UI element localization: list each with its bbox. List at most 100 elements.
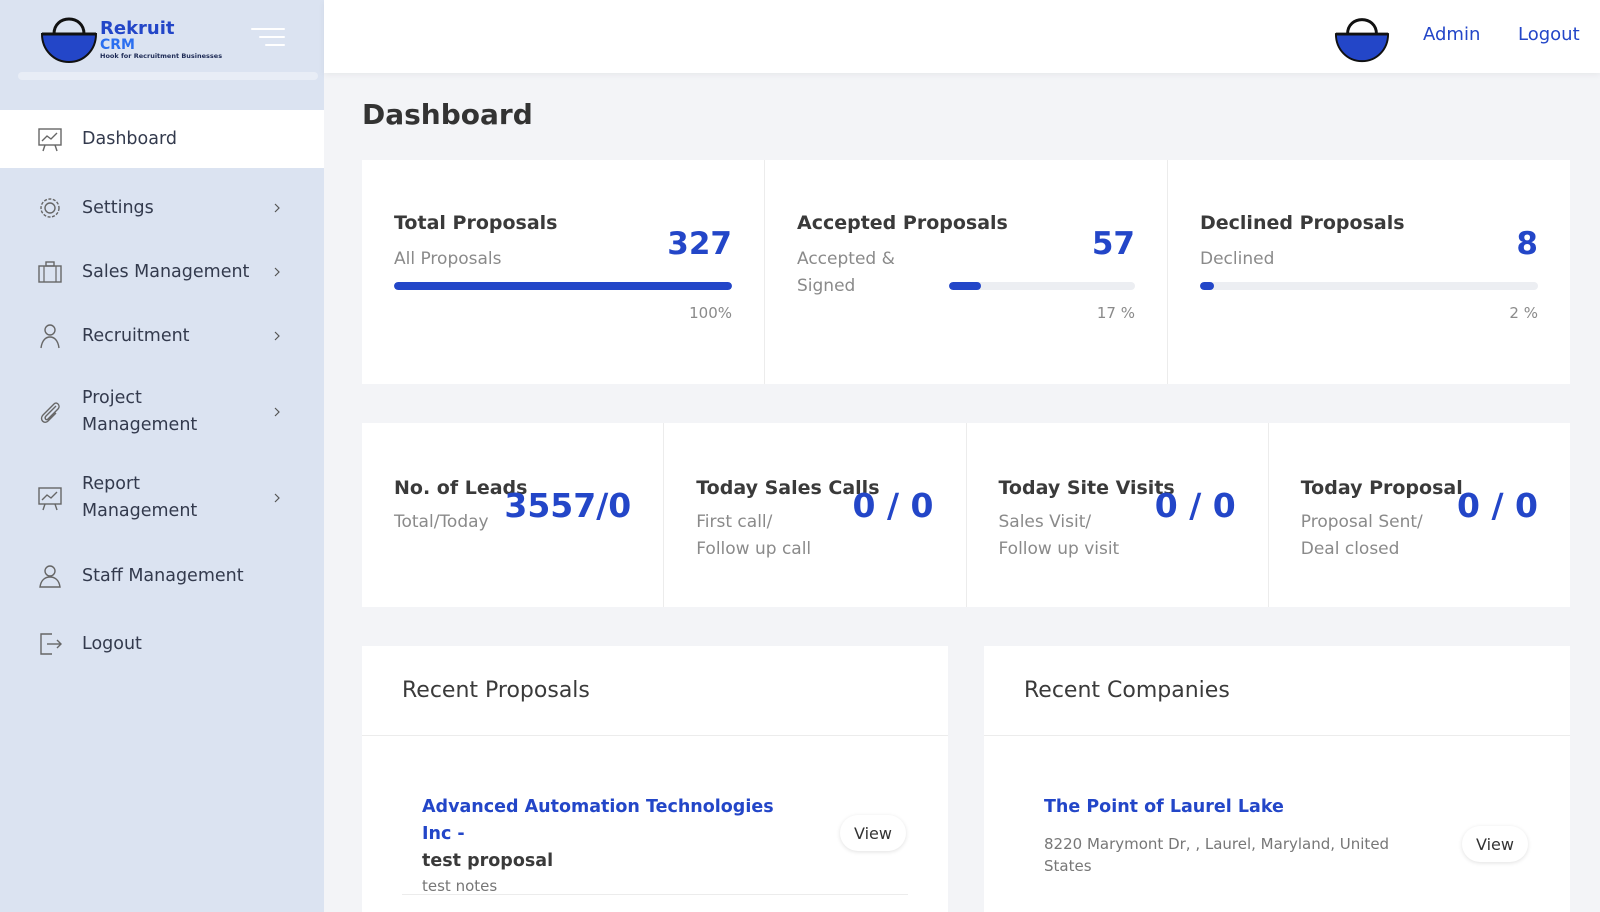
briefcase-icon [38,261,62,283]
stat-percent: 17 % [1096,304,1135,322]
chevron-right-icon [274,331,280,341]
chevron-right-icon [274,493,280,503]
stat-title: Today Site Visits [998,477,1175,499]
proposal-company[interactable]: Advanced Automation Technologies Inc - [422,797,774,844]
stat-subtitle-line1: Proposal Sent/ [1300,512,1423,532]
sidebar-item-label: Project Management [82,388,198,435]
sidebar: Rekruit CRM Hook for Recruitment Busines… [0,0,324,912]
sidebar-item-label: Sales Management [82,261,250,282]
stat-percent: 2 % [1509,304,1538,322]
sidebar-item-report-management[interactable]: Report Management [0,456,300,540]
stat-subtitle: Total/Today [394,509,489,536]
chevron-right-icon [274,203,280,213]
stat-value: 0 / 0 [852,486,934,525]
recent-proposals-panel: Recent Proposals Advanced Automation Tec… [362,646,948,912]
stat-subtitle-line1: Total/Today [394,512,489,532]
sidebar-item-label: Report Management [82,474,198,521]
panel-heading: Recent Proposals [362,646,948,736]
recent-companies-panel: Recent Companies The Point of Laurel Lak… [984,646,1570,912]
brand-name-line1: Rekruit [100,18,175,39]
stat-value: 327 [667,226,732,262]
sidebar-item-sales-management[interactable]: Sales Management [0,242,324,302]
list-item: Advanced Automation Technologies Inc - t… [422,794,802,897]
chart-board-icon [38,128,62,152]
stat-title: Total Proposals [394,212,558,234]
chart-board-icon [38,487,62,511]
stat-title: Accepted Proposals [797,212,1008,234]
stat-title: Today Proposal [1300,477,1463,499]
view-company-button[interactable]: View [1462,826,1528,862]
company-address: 8220 Marymont Dr, , Laurel, Maryland, Un… [1044,835,1390,875]
sidebar-item-label: Recruitment [82,325,190,346]
stat-subtitle: Sales Visit/ Follow up visit [999,509,1120,563]
brand-tagline: Hook for Recruitment Businesses [100,52,223,60]
stat-subtitle-line1: First call/ [696,512,773,532]
gear-icon [40,198,60,218]
stat-subtitle-line2: Deal closed [1300,539,1400,559]
stat-subtitle: Proposal Sent/ Deal closed [1301,509,1423,563]
sidebar-item-recruitment[interactable]: Recruitment [0,306,324,366]
progress-bar [1200,282,1538,290]
stat-subtitle-line2: Follow up visit [998,539,1120,559]
stat-value: 0 / 0 [1457,486,1538,525]
sidebar-item-label: Staff Management [82,565,244,586]
panel-heading: Recent Companies [984,646,1570,736]
view-proposal-button[interactable]: View [840,815,906,851]
chevron-right-icon [274,407,280,417]
stat-subtitle: First call/ Follow up call [696,509,811,563]
sidebar-item-label: Logout [82,633,142,654]
chevron-right-icon [274,267,280,277]
bucket-logo-icon [40,17,98,64]
sidebar-item-project-management[interactable]: Project Management [0,370,300,454]
stat-subtitle: Declined [1200,249,1275,269]
progress-fill [949,282,981,290]
proposal-stats-card: Total Proposals All Proposals 327 100% A… [362,160,1570,384]
stat-total-proposals: Total Proposals All Proposals 327 100% [362,160,765,384]
stat-value: 8 [1516,226,1538,262]
page-title: Dashboard [362,98,533,131]
menu-toggle-icon[interactable] [251,28,285,48]
sidebar-item-settings[interactable]: Settings [0,178,324,238]
logout-icon [40,633,62,655]
stat-today-proposal: Today Proposal Proposal Sent/ Deal close… [1269,423,1570,607]
user-icon [40,324,60,349]
admin-link[interactable]: Admin [1423,24,1480,45]
proposal-name[interactable]: test proposal [422,851,553,871]
stat-today-site-visits: Today Site Visits Sales Visit/ Follow up… [967,423,1269,607]
sidebar-item-dashboard[interactable]: Dashboard [0,110,324,168]
company-name[interactable]: The Point of Laurel Lake [1044,794,1404,821]
logout-link[interactable]: Logout [1518,24,1580,45]
sidebar-nav: Dashboard Settings Sales Management Recr… [0,110,324,674]
avatar[interactable] [1334,10,1390,64]
stat-subtitle: All Proposals [394,249,502,269]
users-icon [39,565,61,588]
brand: Rekruit CRM Hook for Recruitment Busines… [0,0,324,80]
stat-percent: 100% [689,304,732,322]
progress-bar [394,282,732,290]
sidebar-item-logout[interactable]: Logout [0,614,324,674]
lead-stats-card: No. of Leads Total/Today 3557/0 Today Sa… [362,423,1570,607]
sidebar-item-label: Settings [82,197,154,218]
stat-subtitle-line1: Sales Visit/ [998,512,1092,532]
stat-today-sales-calls: Today Sales Calls First call/ Follow up … [664,423,967,607]
progress-fill [394,282,732,290]
brand-name: Rekruit CRM Hook for Recruitment Busines… [100,20,222,61]
top-bar: Admin Logout [324,0,1600,73]
list-item: The Point of Laurel Lake 8220 Marymont D… [1044,794,1404,877]
brand-name-line2: CRM [100,37,135,53]
stat-title: Declined Proposals [1200,212,1405,234]
sidebar-item-label: Dashboard [82,128,177,149]
paperclip-icon [40,402,60,424]
stat-accepted-proposals: Accepted Proposals Accepted & Signed 57 … [765,160,1168,384]
stat-subtitle: Accepted & Signed [797,249,895,296]
stat-value: 0 / 0 [1154,486,1236,525]
progress-fill [1200,282,1214,290]
stat-subtitle-line2: Follow up call [696,539,812,559]
proposal-title[interactable]: Advanced Automation Technologies Inc - t… [422,794,802,875]
progress-bar [949,282,1135,290]
stat-value: 57 [1091,226,1135,262]
sidebar-item-staff-management[interactable]: Staff Management [0,546,324,606]
stat-declined-proposals: Declined Proposals Declined 8 2 % [1168,160,1570,384]
stat-leads: No. of Leads Total/Today 3557/0 [362,423,665,607]
stat-value: 3557/0 [504,486,632,525]
